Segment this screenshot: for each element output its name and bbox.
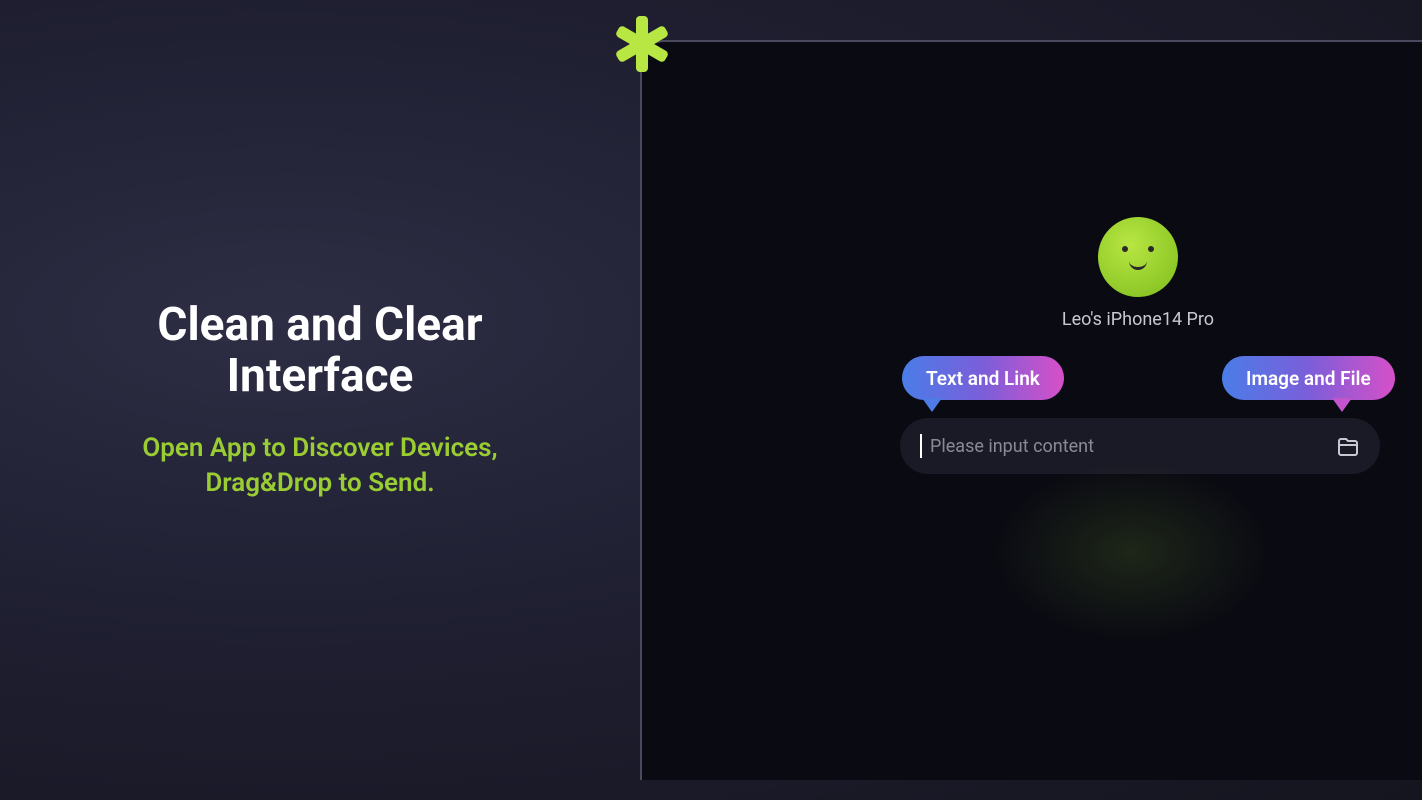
text-and-link-button[interactable]: Text and Link	[902, 356, 1064, 400]
device-name-label: Leo's iPhone14 Pro	[1022, 307, 1254, 332]
ambient-glow	[992, 462, 1272, 642]
smiley-face-icon	[1113, 242, 1163, 272]
text-cursor-icon	[920, 434, 922, 458]
text-and-link-label: Text and Link	[926, 367, 1040, 390]
content-input[interactable]: Please input content	[900, 418, 1380, 474]
tooltip-tail-icon	[1332, 398, 1352, 412]
subheadline-text: Open App to Discover Devices, Drag&Drop …	[100, 431, 540, 501]
image-and-file-label: Image and File	[1246, 367, 1371, 390]
asterisk-icon	[612, 14, 672, 74]
image-and-file-button[interactable]: Image and File	[1222, 356, 1395, 400]
marketing-left-panel: Clean and Clear Interface Open App to Di…	[100, 300, 540, 501]
input-placeholder-text: Please input content	[930, 436, 1336, 457]
tooltip-tail-icon	[922, 398, 942, 412]
device-avatar[interactable]	[1098, 217, 1178, 297]
headline-text: Clean and Clear Interface	[100, 300, 540, 401]
app-window: Leo's iPhone14 Pro Text and Link Image a…	[640, 40, 1422, 780]
folder-icon[interactable]	[1336, 434, 1360, 458]
